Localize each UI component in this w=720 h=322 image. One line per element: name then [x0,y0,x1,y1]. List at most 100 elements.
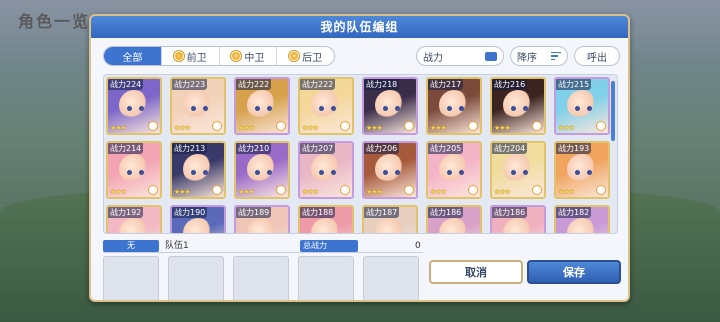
character-face [439,89,469,120]
rank-badge-icon [276,185,286,195]
rank-badge-icon [340,185,350,195]
character-power: 战力187 [364,207,400,218]
character-face [119,153,149,184]
rank-badge-icon [468,121,478,131]
character-power: 战力206 [364,143,400,154]
team-slot-1[interactable] [103,256,159,300]
character-card[interactable]: 战力222 ★★★ [298,77,354,135]
character-card[interactable]: 战力214 ★★★ [106,141,162,199]
character-power: 战力214 [108,143,144,154]
character-power: 战力215 [556,79,592,90]
save-button[interactable]: 保存 [527,260,621,284]
character-card[interactable]: 战力186 [426,205,482,233]
character-face [183,89,213,120]
star-rating: ★★★ [558,188,575,196]
rank-badge-icon [404,185,414,195]
character-card[interactable]: 战力217 ★★★ [426,77,482,135]
character-face [567,153,597,184]
character-card[interactable]: 战力213 ★★★ [170,141,226,199]
team-slot-3[interactable] [233,256,289,300]
rank-badge-icon [468,185,478,195]
tab-all-label: 全部 [122,52,143,64]
character-power: 战力189 [236,207,272,218]
character-card[interactable]: 战力222 ★★★ [234,77,290,135]
team-edit-dialog: 我的队伍编组 全部 › 前卫 » 中卫 » 后卫 战力 降序 呼出 战力224 ★★★ 战… [89,14,630,302]
character-eye [191,106,196,111]
character-power: 战力186 [428,207,464,218]
character-face [375,153,405,184]
call-out-button[interactable]: 呼出 [574,46,620,66]
tab-middle-label: 中卫 [244,52,265,64]
cancel-button[interactable]: 取消 [429,260,523,284]
character-eye [139,170,144,175]
rank-badge-icon [532,185,542,195]
star-rating: ★★★ [366,124,383,132]
character-card[interactable]: 战力216 ★★★ [490,77,546,135]
rank-badge-icon [148,185,158,195]
character-eye [459,170,464,175]
filter-row: 全部 › 前卫 » 中卫 » 后卫 战力 降序 呼出 [103,46,620,68]
tab-front-label: 前卫 [186,52,207,64]
front-role-icon: › [173,51,184,61]
character-eye [139,106,144,111]
character-power: 战力207 [300,143,336,154]
character-card[interactable]: 战力218 ★★★ [362,77,418,135]
character-power: 战力213 [172,143,208,154]
star-rating: ★★★ [238,124,255,132]
character-card[interactable]: 战力204 ★★★ [490,141,546,199]
team-slot-4[interactable] [298,256,354,300]
character-eye [331,106,336,111]
rank-badge-icon [212,185,222,195]
total-power-label: 总战力 [300,240,358,252]
character-card[interactable]: 战力190 [170,205,226,233]
team-slot-2[interactable] [168,256,224,300]
character-eye [395,106,400,111]
tab-all[interactable]: 全部 [104,47,162,65]
character-card[interactable]: 战力192 [106,205,162,233]
character-card[interactable]: 战力206 ★★★ [362,141,418,199]
character-eye [383,106,388,111]
tab-middle[interactable]: » 中卫 [220,47,278,65]
team-tag: 无 [103,240,159,252]
character-eye [255,170,260,175]
grid-scrollbar[interactable] [611,81,615,141]
star-rating: ★★★ [302,124,319,132]
character-power: 战力205 [428,143,464,154]
team-slot-5[interactable] [363,256,419,300]
character-power: 战力222 [300,79,336,90]
character-card[interactable]: 战力205 ★★★ [426,141,482,199]
character-power: 战力222 [236,79,272,90]
character-card[interactable]: 战力193 ★★★ [554,141,610,199]
character-power: 战力216 [492,79,528,90]
character-card[interactable]: 战力215 ★★★ [554,77,610,135]
character-card[interactable]: 战力207 ★★★ [298,141,354,199]
character-eye [267,106,272,111]
character-card[interactable]: 战力187 [362,205,418,233]
tab-front[interactable]: › 前卫 [162,47,220,65]
sort-button[interactable]: 降序 [510,46,568,66]
character-card[interactable]: 战力223 ★★★ [170,77,226,135]
star-rating: ★★★ [558,124,575,132]
rank-badge-icon [596,121,606,131]
rank-badge-icon [340,121,350,131]
character-card[interactable]: 战力189 [234,205,290,233]
character-eye [523,106,528,111]
character-eye [575,170,580,175]
character-power: 战力190 [172,207,208,218]
character-face [311,153,341,184]
star-rating: ★★★ [302,188,319,196]
character-eye [447,170,452,175]
character-card[interactable]: 战力224 ★★★ [106,77,162,135]
power-filter-button[interactable]: 战力 [416,46,504,66]
character-card[interactable]: 战力182 [554,205,610,233]
character-power: 战力223 [172,79,208,90]
tab-back[interactable]: » 后卫 [277,47,334,65]
character-face [311,89,341,120]
character-eye [191,170,196,175]
sort-label: 降序 [517,52,537,64]
character-power: 战力210 [236,143,272,154]
character-card[interactable]: 战力186 [490,205,546,233]
character-card[interactable]: 战力210 ★★★ [234,141,290,199]
character-face [119,89,149,120]
character-card[interactable]: 战力188 [298,205,354,233]
